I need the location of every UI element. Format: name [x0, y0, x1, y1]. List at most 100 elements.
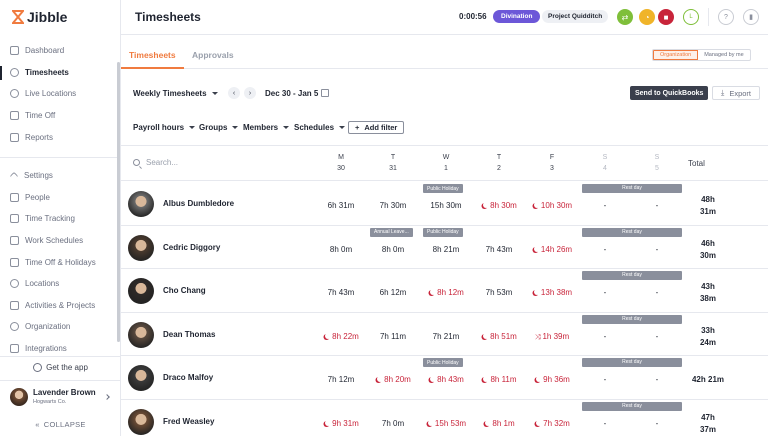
sidebar-item-work-schedules[interactable]: Work Schedules	[0, 230, 121, 252]
scope-organization[interactable]: Organization	[653, 50, 699, 60]
member-name[interactable]: Fred Weasley	[163, 417, 214, 426]
filter-schedules[interactable]: Schedules	[294, 123, 346, 132]
filter-label: Members	[243, 123, 279, 132]
help-icon: ?	[724, 13, 728, 21]
day-column-header: T 31	[373, 152, 413, 174]
avatar	[128, 408, 154, 435]
sidebar-item-activities-projects[interactable]: Activities & Projects	[0, 295, 121, 317]
sidebar-item-locations[interactable]: Locations	[0, 273, 121, 295]
user-menu-button[interactable]: L	[683, 9, 699, 25]
table-row[interactable]: Albus Dumbledore Rest day Public Holiday 6h…	[121, 182, 768, 226]
bar-chart-icon: ▮	[749, 14, 753, 21]
scope-managed-by-me[interactable]: Managed by me	[698, 50, 749, 60]
sidebar-item-settings[interactable]: Settings	[0, 165, 121, 187]
user-name: Lavender Brown	[33, 388, 96, 397]
cell-value: 8h 30m	[490, 201, 517, 210]
view-select-label: Weekly Timesheets	[133, 89, 207, 98]
member-name[interactable]: Cho Chang	[163, 286, 206, 295]
active-tab-underline	[121, 67, 184, 69]
calendar-icon[interactable]	[321, 89, 329, 97]
collapse-label: COLLAPSE	[43, 419, 86, 429]
sidebar-item-label: Locations	[25, 279, 60, 289]
user-profile[interactable]: Lavender Brown Hogwarts Co.	[0, 380, 121, 412]
holiday-icon	[10, 257, 19, 267]
member-name[interactable]: Dean Thomas	[163, 330, 215, 339]
activity-pill[interactable]: Divination	[493, 10, 541, 23]
tab-timesheets[interactable]: Timesheets	[129, 50, 176, 60]
sidebar-item-time-off-holidays[interactable]: Time Off & Holidays	[0, 251, 121, 273]
add-filter-button[interactable]: + Add filter	[348, 121, 405, 134]
overtime-moon-icon	[483, 202, 489, 208]
add-filter-label: Add filter	[364, 123, 398, 132]
collapse-button[interactable]: « COLLAPSE	[0, 414, 121, 434]
filter-groups[interactable]: Groups	[199, 123, 239, 132]
project-pill[interactable]: Project Quidditch	[542, 10, 609, 23]
avatar	[128, 234, 154, 261]
member-name[interactable]: Draco Malfoy	[163, 373, 213, 382]
sidebar-item-label: Live Locations	[25, 89, 77, 99]
sidebar-item-timesheets[interactable]: Timesheets	[0, 62, 121, 84]
member-name[interactable]: Albus Dumbledore	[163, 199, 234, 208]
filter-payroll-hours[interactable]: Payroll hours	[133, 123, 196, 132]
tab-approvals[interactable]: Approvals	[192, 50, 234, 60]
table-row[interactable]: Dean Thomas Rest day 8h 22m 7h 11m 7h 21m 8h …	[121, 313, 768, 357]
cell-value: 7h 43m	[485, 244, 513, 254]
get-the-app-label: Get the app	[46, 363, 88, 372]
sidebar-item-people[interactable]: People	[0, 187, 121, 209]
total-value: 33h	[701, 325, 715, 335]
stats-button[interactable]: ▮	[743, 9, 759, 25]
cell-value: 8h 20m	[384, 375, 411, 385]
export-button[interactable]: ⤓ Export	[712, 86, 760, 100]
total-value: 47h	[701, 412, 715, 422]
caret-down-icon	[211, 92, 218, 95]
timesheet-cell[interactable]: -	[622, 201, 692, 210]
search-input[interactable]: Search...	[146, 158, 178, 167]
sidebar-item-label: Integrations	[25, 344, 67, 354]
timesheet-cell[interactable]: -	[622, 419, 692, 428]
sidebar-item-organization[interactable]: Organization	[0, 316, 121, 338]
stop-button[interactable]: ■	[658, 9, 674, 25]
dashboard-icon	[10, 46, 19, 56]
total-value: 38m	[699, 294, 716, 304]
send-to-quickbooks-button[interactable]: Send to QuickBooks	[630, 86, 709, 100]
cell-value: 8h 22m	[332, 331, 359, 341]
timesheet-cell[interactable]: -	[622, 288, 692, 297]
help-button[interactable]: ?	[718, 9, 734, 25]
day-column-header: F3	[532, 152, 572, 174]
caret-down-icon	[189, 126, 196, 129]
overtime-moon-icon	[430, 289, 436, 295]
coffee-icon: ◔	[644, 12, 650, 22]
cell-value: -	[655, 244, 659, 254]
overtime-moon-icon	[534, 289, 540, 295]
sidebar-item-reports[interactable]: Reports	[0, 126, 121, 148]
date-range[interactable]: Dec 30 - Jan 5	[265, 89, 318, 98]
sidebar-item-time-tracking[interactable]: Time Tracking	[0, 208, 121, 230]
caret-down-icon	[339, 126, 346, 129]
day-letter: T	[496, 154, 502, 161]
sidebar-item-time-off[interactable]: Time Off	[0, 105, 121, 127]
sidebar-item-live-locations[interactable]: Live Locations	[0, 83, 121, 105]
cell-value: -	[603, 244, 607, 254]
scope-toggle: Organization Managed by me	[652, 49, 751, 61]
prev-week-button[interactable]: ‹	[228, 87, 240, 99]
timesheet-rows: Albus Dumbledore Rest day Public Holiday 6h…	[121, 182, 768, 436]
sidebar-item-dashboard[interactable]: Dashboard	[0, 40, 121, 62]
get-the-app-button[interactable]: Get the app	[0, 356, 121, 378]
break-button[interactable]: ◔	[639, 9, 655, 25]
table-row[interactable]: Draco Malfoy Rest day Public Holiday 7h 12m…	[121, 356, 768, 400]
jibble-logo[interactable]: Jibble	[12, 9, 67, 25]
timesheet-cell[interactable]: -	[622, 375, 692, 384]
search-box[interactable]: Search...	[133, 158, 178, 167]
next-week-button[interactable]: ›	[244, 87, 256, 99]
member-name[interactable]: Cedric Diggory	[163, 243, 220, 252]
table-row[interactable]: Cedric Diggory Rest day Annual Leave... Pub…	[121, 226, 768, 270]
sidebar-scrollbar[interactable]	[117, 62, 120, 342]
table-row[interactable]: Fred Weasley Rest day 9h 31m 7h 0m 15h 53m 8h…	[121, 400, 768, 436]
view-select[interactable]: Weekly Timesheets	[133, 89, 218, 98]
timesheet-cell[interactable]: -	[622, 245, 692, 254]
switch-activity-button[interactable]: ⇄	[617, 9, 633, 25]
table-row[interactable]: Cho Chang Rest day 7h 43m 6h 12m 8h 12m 7h 53…	[121, 269, 768, 313]
timesheet-cell[interactable]: -	[622, 332, 692, 341]
filter-members[interactable]: Members	[243, 123, 290, 132]
nav-divider	[0, 157, 121, 158]
